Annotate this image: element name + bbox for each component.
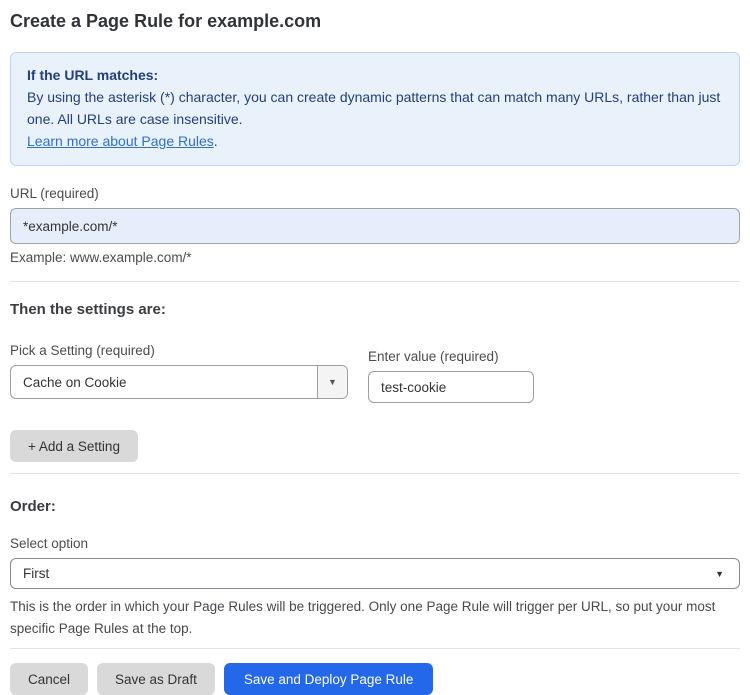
order-section-heading: Order: (10, 498, 56, 515)
pick-setting-dropdown[interactable]: Cache on Cookie ▼ (10, 365, 348, 399)
order-selected-value: First (23, 566, 50, 581)
url-label: URL (required) (10, 186, 99, 201)
settings-section-heading: Then the settings are: (10, 301, 166, 318)
order-help-text: This is the order in which your Page Rul… (10, 599, 716, 636)
order-select-label: Select option (10, 536, 89, 551)
order-select-dropdown[interactable]: First ▼ (10, 558, 740, 589)
enter-value-column: Enter value (required) (368, 343, 534, 403)
pick-setting-label: Pick a Setting (required) (10, 343, 155, 358)
chevron-down-icon: ▼ (715, 568, 724, 579)
pick-setting-selected-value: Cache on Cookie (23, 374, 127, 390)
chevron-down-icon[interactable]: ▼ (317, 366, 347, 398)
save-and-deploy-button[interactable]: Save and Deploy Page Rule (223, 663, 434, 695)
add-setting-button[interactable]: + Add a Setting (10, 430, 138, 462)
save-as-draft-button[interactable]: Save as Draft (97, 663, 215, 695)
info-box-heading: If the URL matches: (27, 67, 159, 83)
page-title: Create a Page Rule for example.com (10, 11, 322, 31)
enter-value-label: Enter value (required) (368, 349, 499, 364)
divider (10, 473, 740, 474)
setting-value-input[interactable] (368, 371, 534, 403)
create-page-rule-form: Create a Page Rule for example.com If th… (0, 0, 750, 695)
url-input[interactable] (10, 208, 740, 244)
footer-actions: Cancel Save as Draft Save and Deploy Pag… (10, 663, 740, 695)
info-box-link-line: Learn more about Page Rules. (27, 130, 723, 152)
cancel-button[interactable]: Cancel (10, 663, 89, 695)
divider (10, 281, 740, 282)
link-suffix: . (213, 133, 218, 149)
url-match-info-box: If the URL matches: By using the asteris… (10, 52, 740, 166)
pick-setting-column: Pick a Setting (required) Cache on Cooki… (10, 343, 348, 399)
info-box-body: By using the asterisk (*) character, you… (27, 89, 721, 127)
learn-more-link[interactable]: Learn more about Page Rules (27, 133, 214, 149)
url-example-hint: Example: www.example.com/* (10, 250, 192, 265)
setting-row: Pick a Setting (required) Cache on Cooki… (10, 343, 740, 403)
divider (10, 648, 740, 649)
